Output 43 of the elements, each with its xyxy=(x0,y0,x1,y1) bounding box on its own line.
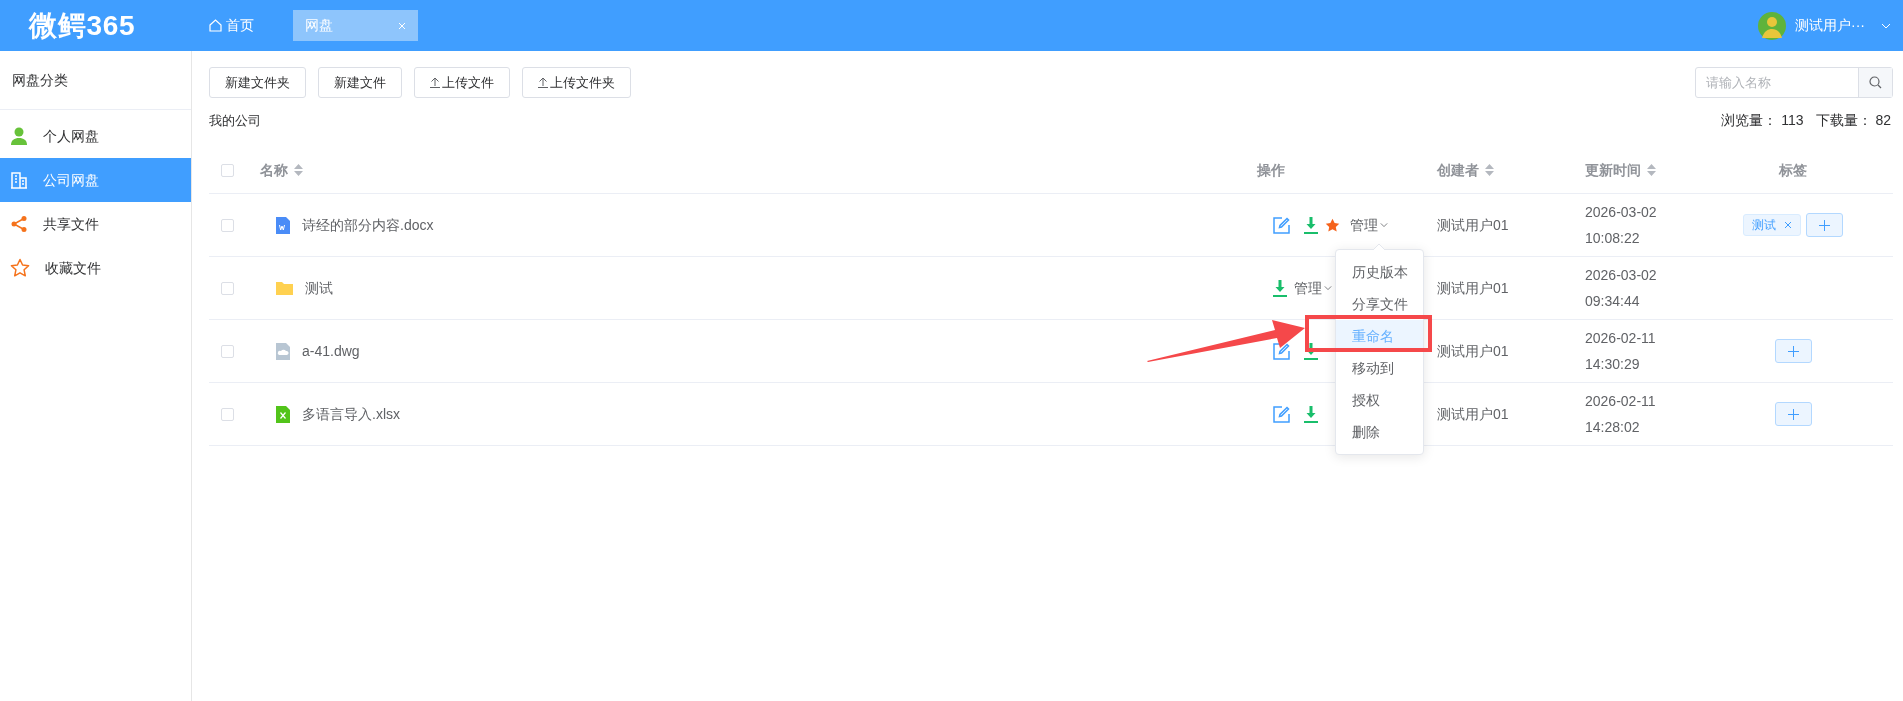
time-text: 14:30:29 xyxy=(1585,355,1641,374)
toolbar-button[interactable]: 新建文件 xyxy=(318,67,402,98)
menu-item[interactable]: 删除 xyxy=(1336,416,1423,448)
column-header: 创建者 xyxy=(1437,160,1479,180)
column-header: 名称 xyxy=(260,160,288,180)
menu-item[interactable]: 移动到 xyxy=(1336,352,1423,384)
column-header: 操作 xyxy=(1257,160,1285,180)
column-header: 更新时间 xyxy=(1585,160,1641,180)
file-name[interactable]: 多语言导入.xlsx xyxy=(302,403,400,425)
sidebar-item[interactable]: 个人网盘 xyxy=(0,114,191,158)
sidebar-item[interactable]: 共享文件 xyxy=(0,202,191,246)
stat-text: 下载量： 82 xyxy=(1815,111,1891,130)
breadcrumb: 我的公司 xyxy=(209,111,261,130)
toolbar-button[interactable]: 上传文件 xyxy=(414,67,510,98)
sidebar-item[interactable]: 收藏文件 xyxy=(0,246,191,290)
date-text: 2026-03-02 xyxy=(1585,266,1658,285)
menu-item[interactable]: 分享文件 xyxy=(1336,288,1423,320)
toolbar-button[interactable]: 上传文件夹 xyxy=(522,67,631,98)
time-text: 14:28:02 xyxy=(1585,418,1641,437)
column-header: 标签 xyxy=(1779,160,1807,180)
manage-dropdown[interactable]: 管理 xyxy=(1350,214,1388,236)
date-text: 2026-03-02 xyxy=(1585,203,1658,222)
time-text: 09:34:44 xyxy=(1585,292,1641,311)
search-box[interactable]: 请输入名称 xyxy=(1695,67,1893,98)
time-text: 10:08:22 xyxy=(1585,229,1641,248)
menu-item[interactable]: 授权 xyxy=(1336,384,1423,416)
file-name[interactable]: 测试 xyxy=(305,277,333,299)
date-text: 2026-02-11 xyxy=(1585,329,1657,348)
creator-cell-text: 测试用户01 xyxy=(1437,215,1510,235)
tag-chip: 测试 xyxy=(1743,214,1801,236)
menu-item[interactable]: 历史版本 xyxy=(1336,256,1423,288)
stat-text: 浏览量： 113 xyxy=(1721,111,1804,130)
creator-cell-text: 测试用户01 xyxy=(1437,341,1510,361)
sidebar-title: 网盘分类 xyxy=(12,70,68,90)
file-name[interactable]: a-41.dwg xyxy=(302,340,360,362)
creator-cell-text: 测试用户01 xyxy=(1437,404,1510,424)
app-logo: 微鳄365 xyxy=(29,8,137,43)
search-input[interactable]: 请输入名称 xyxy=(1696,68,1858,97)
date-text: 2026-02-11 xyxy=(1585,392,1657,411)
file-name[interactable]: 诗经的部分内容.docx xyxy=(302,214,434,236)
toolbar-button[interactable]: 新建文件夹 xyxy=(209,67,306,98)
creator-cell-text: 测试用户01 xyxy=(1437,278,1510,298)
manage-dropdown[interactable]: 管理 xyxy=(1294,277,1332,299)
